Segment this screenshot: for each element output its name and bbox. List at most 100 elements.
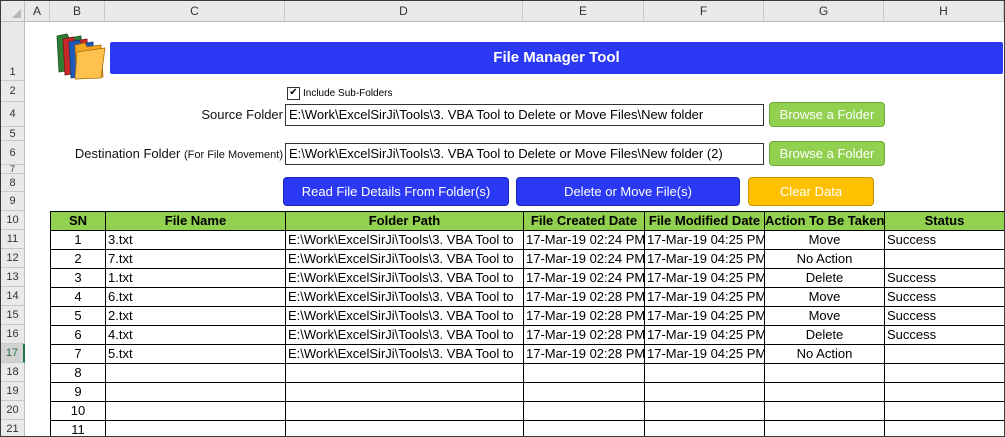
cell-status[interactable]: Success	[885, 231, 1004, 250]
column-header-c[interactable]: C	[105, 1, 285, 22]
row-header-9[interactable]: 9	[1, 192, 25, 211]
cell-modified-date[interactable]	[645, 383, 765, 402]
cell-file-name[interactable]	[106, 402, 286, 421]
cell-sn[interactable]: 2	[51, 250, 106, 269]
cell-sn[interactable]: 1	[51, 231, 106, 250]
row-header-14[interactable]: 14	[1, 287, 25, 306]
read-file-details-button[interactable]: Read File Details From Folder(s)	[283, 177, 509, 206]
destination-folder-field[interactable]: E:\Work\ExcelSirJi\Tools\3. VBA Tool to …	[285, 143, 764, 165]
row-header-17[interactable]: 17	[1, 344, 25, 363]
cell-status[interactable]: Success	[885, 307, 1004, 326]
cell-sn[interactable]: 8	[51, 364, 106, 383]
cell-action[interactable]	[765, 402, 885, 421]
cell-status[interactable]: Success	[885, 288, 1004, 307]
column-header-d[interactable]: D	[285, 1, 523, 22]
row-header-20[interactable]: 20	[1, 401, 25, 420]
cell-action[interactable]	[765, 421, 885, 436]
cell-file-name[interactable]: 3.txt	[106, 231, 286, 250]
cell-sn[interactable]: 7	[51, 345, 106, 364]
cell-folder-path[interactable]	[286, 421, 524, 436]
include-subfolders-checkbox[interactable]: ✔ Include Sub-Folders	[287, 86, 393, 100]
cell-action[interactable]: Delete	[765, 326, 885, 345]
cell-sn[interactable]: 11	[51, 421, 106, 436]
cell-folder-path[interactable]	[286, 402, 524, 421]
cell-file-name[interactable]	[106, 364, 286, 383]
cell-folder-path[interactable]: E:\Work\ExcelSirJi\Tools\3. VBA Tool to	[286, 250, 524, 269]
cell-modified-date[interactable]: 17-Mar-19 04:25 PM	[645, 231, 765, 250]
delete-or-move-button[interactable]: Delete or Move File(s)	[516, 177, 740, 206]
row-header-1[interactable]: 1	[1, 22, 25, 81]
clear-data-button[interactable]: Clear Data	[748, 177, 874, 206]
cell-file-name[interactable]: 2.txt	[106, 307, 286, 326]
cell-status[interactable]	[885, 345, 1004, 364]
cell-file-name[interactable]: 4.txt	[106, 326, 286, 345]
cell-action[interactable]: Delete	[765, 269, 885, 288]
header-file-name[interactable]: File Name	[106, 212, 286, 231]
cell-created-date[interactable]	[524, 383, 645, 402]
cell-file-name[interactable]: 1.txt	[106, 269, 286, 288]
cell-created-date[interactable]: 17-Mar-19 02:24 PM	[524, 269, 645, 288]
cell-action[interactable]	[765, 364, 885, 383]
row-header-21[interactable]: 21	[1, 420, 25, 436]
row-header-12[interactable]: 12	[1, 249, 25, 268]
column-header-h[interactable]: H	[884, 1, 1004, 22]
cell-action[interactable]: No Action	[765, 345, 885, 364]
cell-folder-path[interactable]: E:\Work\ExcelSirJi\Tools\3. VBA Tool to	[286, 269, 524, 288]
cell-status[interactable]	[885, 364, 1004, 383]
cell-sn[interactable]: 5	[51, 307, 106, 326]
cell-modified-date[interactable]	[645, 421, 765, 436]
cell-status[interactable]	[885, 383, 1004, 402]
row-header-15[interactable]: 15	[1, 306, 25, 325]
cell-status[interactable]: Success	[885, 326, 1004, 345]
row-header-16[interactable]: 16	[1, 325, 25, 344]
column-header-f[interactable]: F	[644, 1, 764, 22]
cell-file-name[interactable]: 7.txt	[106, 250, 286, 269]
cell-status[interactable]: Success	[885, 269, 1004, 288]
row-header-4[interactable]: 4	[1, 102, 25, 127]
row-header-7[interactable]: 7	[1, 165, 25, 174]
cell-action[interactable]	[765, 383, 885, 402]
cell-sn[interactable]: 4	[51, 288, 106, 307]
column-header-a[interactable]: A	[25, 1, 50, 22]
cell-action[interactable]: Move	[765, 288, 885, 307]
cell-created-date[interactable]: 17-Mar-19 02:24 PM	[524, 250, 645, 269]
cell-action[interactable]: No Action	[765, 250, 885, 269]
cell-sn[interactable]: 6	[51, 326, 106, 345]
cell-file-name[interactable]	[106, 383, 286, 402]
cell-modified-date[interactable]: 17-Mar-19 04:25 PM	[645, 326, 765, 345]
cell-modified-date[interactable]: 17-Mar-19 04:25 PM	[645, 250, 765, 269]
cell-modified-date[interactable]: 17-Mar-19 04:25 PM	[645, 345, 765, 364]
header-sn[interactable]: SN	[51, 212, 106, 231]
cell-status[interactable]	[885, 250, 1004, 269]
cell-created-date[interactable]: 17-Mar-19 02:28 PM	[524, 345, 645, 364]
checkbox-check-icon[interactable]: ✔	[287, 86, 300, 100]
header-modified-date[interactable]: File Modified Date	[645, 212, 765, 231]
header-action[interactable]: Action To Be Taken	[765, 212, 885, 231]
cell-folder-path[interactable]: E:\Work\ExcelSirJi\Tools\3. VBA Tool to	[286, 231, 524, 250]
cell-sn[interactable]: 3	[51, 269, 106, 288]
source-folder-field[interactable]: E:\Work\ExcelSirJi\Tools\3. VBA Tool to …	[285, 104, 764, 126]
cell-created-date[interactable]: 17-Mar-19 02:28 PM	[524, 307, 645, 326]
browse-source-button[interactable]: Browse a Folder	[769, 102, 885, 127]
cell-folder-path[interactable]: E:\Work\ExcelSirJi\Tools\3. VBA Tool to	[286, 288, 524, 307]
browse-destination-button[interactable]: Browse a Folder	[769, 141, 885, 166]
cell-folder-path[interactable]: E:\Work\ExcelSirJi\Tools\3. VBA Tool to	[286, 307, 524, 326]
header-created-date[interactable]: File Created Date	[524, 212, 645, 231]
column-header-b[interactable]: B	[50, 1, 105, 22]
select-all-corner[interactable]	[1, 1, 25, 22]
cell-created-date[interactable]: 17-Mar-19 02:24 PM	[524, 231, 645, 250]
column-header-g[interactable]: G	[764, 1, 884, 22]
cell-folder-path[interactable]	[286, 364, 524, 383]
column-header-e[interactable]: E	[523, 1, 644, 22]
cell-status[interactable]	[885, 402, 1004, 421]
cell-modified-date[interactable]	[645, 364, 765, 383]
cell-action[interactable]: Move	[765, 307, 885, 326]
cell-file-name[interactable]	[106, 421, 286, 436]
row-header-10[interactable]: 10	[1, 211, 25, 230]
row-header-13[interactable]: 13	[1, 268, 25, 287]
cell-action[interactable]: Move	[765, 231, 885, 250]
cell-status[interactable]	[885, 421, 1004, 436]
cell-folder-path[interactable]	[286, 383, 524, 402]
row-header-8[interactable]: 8	[1, 174, 25, 192]
row-header-18[interactable]: 18	[1, 363, 25, 382]
